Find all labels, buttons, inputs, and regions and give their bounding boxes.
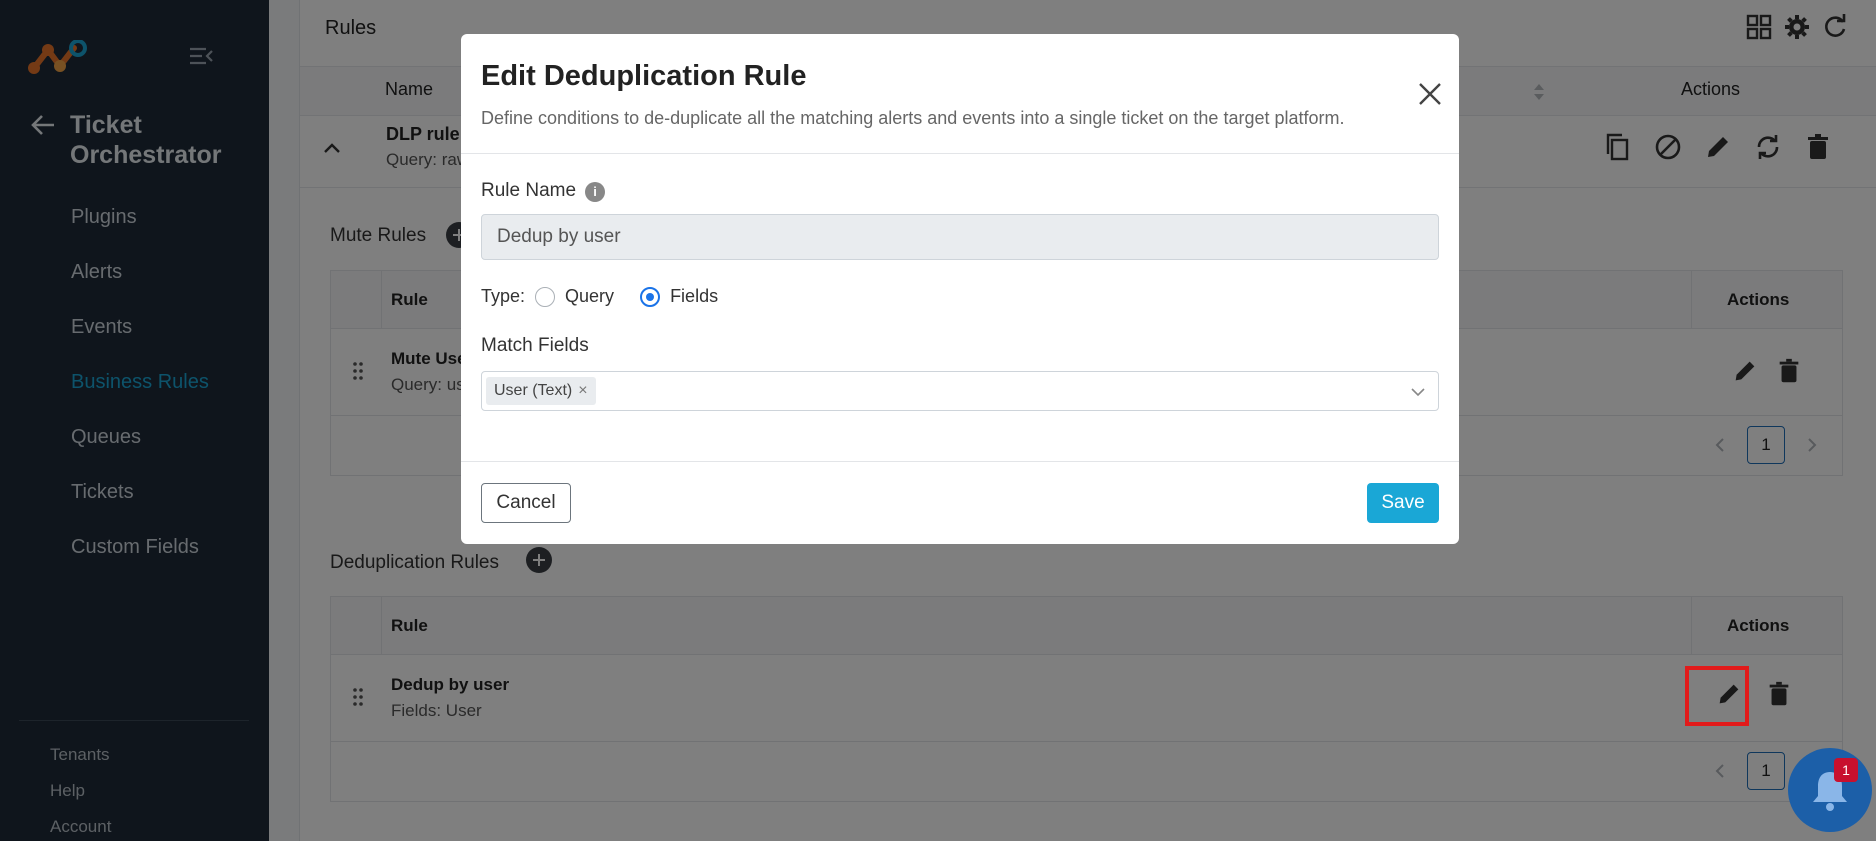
modal-subtitle: Define conditions to de-duplicate all th… — [481, 108, 1345, 128]
notification-button[interactable]: 1 — [1788, 748, 1872, 832]
match-fields-select[interactable]: User (Text) × — [481, 371, 1439, 411]
modal-title: Edit Deduplication Rule — [481, 60, 807, 92]
modal-footer-divider — [461, 461, 1459, 462]
close-icon[interactable] — [1416, 80, 1444, 108]
type-query-label[interactable]: Query — [565, 286, 614, 307]
type-query-radio[interactable] — [535, 286, 556, 307]
match-field-chip: User (Text) × — [486, 377, 596, 405]
save-button[interactable]: Save — [1367, 483, 1439, 523]
rule-name-input[interactable] — [481, 214, 1439, 260]
modal-header-divider — [461, 153, 1459, 154]
chevron-down-icon[interactable] — [1410, 384, 1426, 400]
highlighted-edit-button — [1685, 666, 1749, 726]
info-icon[interactable]: i — [585, 182, 605, 202]
cancel-button[interactable]: Cancel — [481, 483, 571, 523]
type-label: Type: — [481, 286, 526, 306]
type-fields-label[interactable]: Fields — [670, 286, 718, 307]
match-fields-label: Match Fields — [481, 335, 589, 356]
chip-remove-icon[interactable]: × — [578, 377, 587, 405]
type-selector: Type: Query Fields — [481, 286, 734, 307]
edit-dedup-rule-modal: Edit Deduplication Rule Define condition… — [461, 34, 1459, 544]
chip-label: User (Text) — [494, 382, 573, 399]
notification-count-badge: 1 — [1834, 758, 1858, 782]
type-fields-radio[interactable] — [640, 286, 661, 307]
rule-name-label: Rule Name — [481, 180, 577, 201]
